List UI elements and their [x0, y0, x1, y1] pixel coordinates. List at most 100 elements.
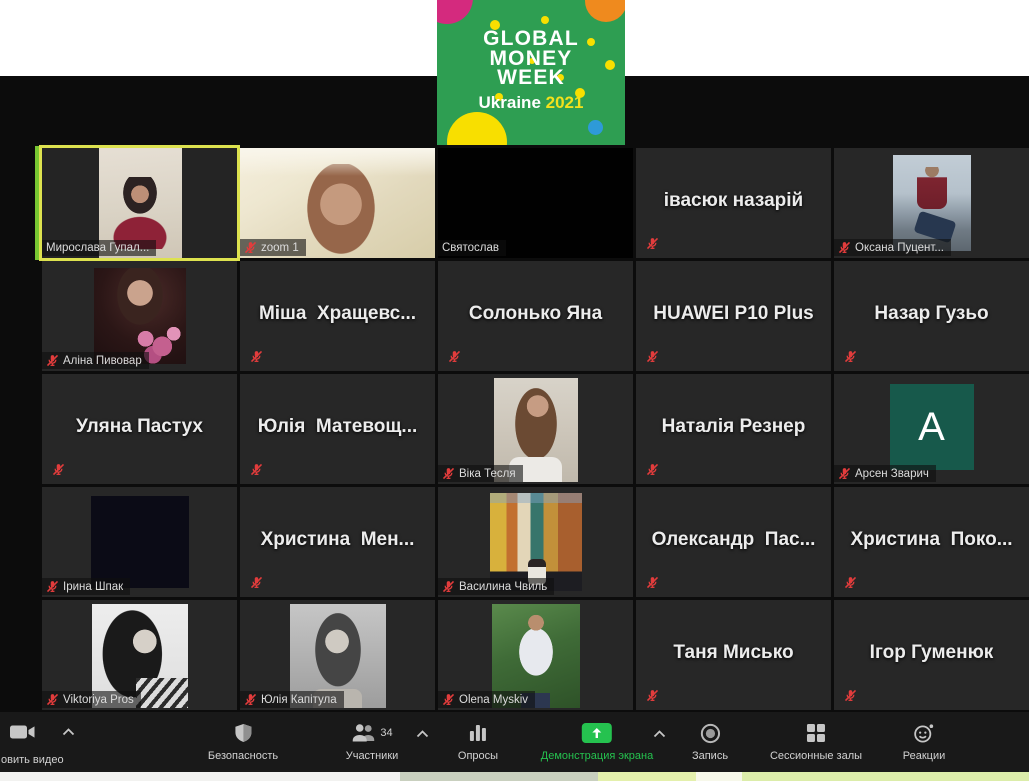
participants-button[interactable]: 34 Участники: [346, 723, 399, 762]
polls-button[interactable]: Опросы: [458, 723, 498, 762]
participant-tile[interactable]: Viktoriya Pros: [42, 600, 237, 710]
participant-name: Аліна Пивовар: [63, 355, 142, 367]
muted-mic-icon: [250, 576, 263, 589]
participant-tile[interactable]: Олександр Пас...: [636, 487, 831, 597]
participant-name-center: Юлія Матевощ...: [240, 416, 435, 438]
security-button[interactable]: Безопасность: [208, 723, 278, 762]
participant-name: Viktoriya Pros: [63, 694, 134, 706]
muted-mic-icon: [844, 689, 857, 702]
logo-line: GLOBAL: [437, 29, 625, 49]
participant-tile[interactable]: Василина Чвиль: [438, 487, 633, 597]
participants-label: Участники: [346, 750, 399, 762]
name-label: Арсен Зварич: [834, 465, 936, 482]
participant-name-center: Христина Поко...: [834, 529, 1029, 551]
desktop-strip-green1: [598, 772, 696, 781]
participant-tile[interactable]: Юлія Матевощ...: [240, 374, 435, 484]
participant-tile[interactable]: zoom 1: [240, 148, 435, 258]
muted-mic-icon: [250, 350, 263, 363]
participant-tile[interactable]: Святослав: [438, 148, 633, 258]
zoom-meeting-window: Мирослава Гупал... zoom 1 Святослав: [0, 0, 1029, 781]
participant-tile[interactable]: Оксана Пуцент...: [834, 148, 1029, 258]
chevron-up-icon[interactable]: [62, 728, 75, 736]
participant-tile[interactable]: Віка Тесля: [438, 374, 633, 484]
participants-count-badge: 34: [380, 727, 392, 739]
breakout-rooms-label: Сессионные залы: [770, 750, 862, 762]
participant-name: Olena Myskiv: [459, 694, 528, 706]
participant-name: Святослав: [442, 242, 499, 254]
stop-video-label: овить видео: [1, 754, 64, 766]
participant-tile[interactable]: Ірина Шпак: [42, 487, 237, 597]
muted-mic-icon: [838, 241, 851, 254]
participant-tile[interactable]: Аліна Пивовар: [42, 261, 237, 371]
record-button[interactable]: Запись: [692, 723, 728, 762]
avatar: [490, 493, 582, 591]
participant-tile[interactable]: Таня Мисько: [636, 600, 831, 710]
name-label: [48, 461, 72, 478]
participant-name: zoom 1: [261, 242, 299, 254]
participant-name-center: Солонько Яна: [438, 303, 633, 325]
muted-mic-icon: [442, 467, 455, 480]
share-screen-chevron-up-icon[interactable]: [653, 730, 666, 738]
muted-mic-icon: [844, 576, 857, 589]
name-label: [840, 574, 864, 591]
participant-name: Віка Тесля: [459, 468, 516, 480]
avatar: [893, 155, 971, 251]
logo-country: Ukraine: [479, 93, 541, 112]
desktop-strip-cream: [696, 772, 742, 781]
record-label: Запись: [692, 750, 728, 762]
name-label: [840, 687, 864, 704]
muted-mic-icon: [646, 576, 659, 589]
participant-name-center: Міша Хращевс...: [240, 303, 435, 325]
muted-mic-icon: [646, 463, 659, 476]
name-label: [642, 574, 666, 591]
participant-tile[interactable]: HUAWEI P10 Plus: [636, 261, 831, 371]
participant-tile[interactable]: A Арсен Зварич: [834, 374, 1029, 484]
participant-name-center: Ігор Гуменюк: [834, 642, 1029, 664]
name-label: [840, 348, 864, 365]
participant-name-center: HUAWEI P10 Plus: [636, 303, 831, 325]
desktop-strip-green2: [742, 772, 1029, 781]
name-label: Viktoriya Pros: [42, 691, 141, 708]
participant-tile[interactable]: Солонько Яна: [438, 261, 633, 371]
participant-name-center: Уляна Пастух: [42, 416, 237, 438]
gmw-logo-title: GLOBAL MONEY WEEK: [437, 29, 625, 88]
participant-name-center: Наталія Резнер: [636, 416, 831, 438]
participant-tile[interactable]: Назар Гузьо: [834, 261, 1029, 371]
participant-tile[interactable]: Olena Myskiv: [438, 600, 633, 710]
participant-tile[interactable]: Христина Поко...: [834, 487, 1029, 597]
logo-year: 2021: [546, 93, 584, 112]
participants-chevron-up-icon[interactable]: [416, 730, 429, 738]
participant-tile[interactable]: Ігор Гуменюк: [834, 600, 1029, 710]
name-label: Юлія Капітула: [240, 691, 344, 708]
participant-tile[interactable]: Наталія Резнер: [636, 374, 831, 484]
name-label: [246, 574, 270, 591]
participant-name: Арсен Зварич: [855, 468, 929, 480]
participant-tile[interactable]: Міша Хращевс...: [240, 261, 435, 371]
shield-icon: [233, 723, 252, 743]
participant-tile[interactable]: Юлія Капітула: [240, 600, 435, 710]
participant-name-center: івасюк назарій: [636, 190, 831, 212]
share-screen-label: Демонстрация экрана: [541, 750, 653, 762]
participant-name: Мирослава Гупал...: [46, 242, 149, 254]
name-label: [444, 348, 468, 365]
name-label: Василина Чвиль: [438, 578, 554, 595]
participant-name: Ірина Шпак: [63, 581, 123, 593]
participant-tile[interactable]: Уляна Пастух: [42, 374, 237, 484]
participants-icon: [351, 723, 377, 743]
reactions-button[interactable]: Реакции: [903, 723, 946, 762]
name-label: [246, 348, 270, 365]
participant-name-center: Назар Гузьо: [834, 303, 1029, 325]
name-label: [642, 461, 666, 478]
share-screen-button[interactable]: Демонстрация экрана: [541, 723, 653, 762]
name-label: Мирослава Гупал...: [42, 240, 156, 256]
participant-tile[interactable]: івасюк назарій: [636, 148, 831, 258]
stop-video-button[interactable]: овить видео: [0, 723, 120, 741]
gmw-logo: GLOBAL MONEY WEEK Ukraine 2021: [437, 0, 625, 145]
participant-tile[interactable]: Мирослава Гупал...: [42, 148, 237, 258]
participant-tile[interactable]: Христина Мен...: [240, 487, 435, 597]
breakout-rooms-button[interactable]: Сессионные залы: [770, 723, 862, 762]
name-label: [642, 687, 666, 704]
muted-mic-icon: [442, 693, 455, 706]
participant-name-center: Олександр Пас...: [636, 529, 831, 551]
avatar: [91, 496, 189, 588]
